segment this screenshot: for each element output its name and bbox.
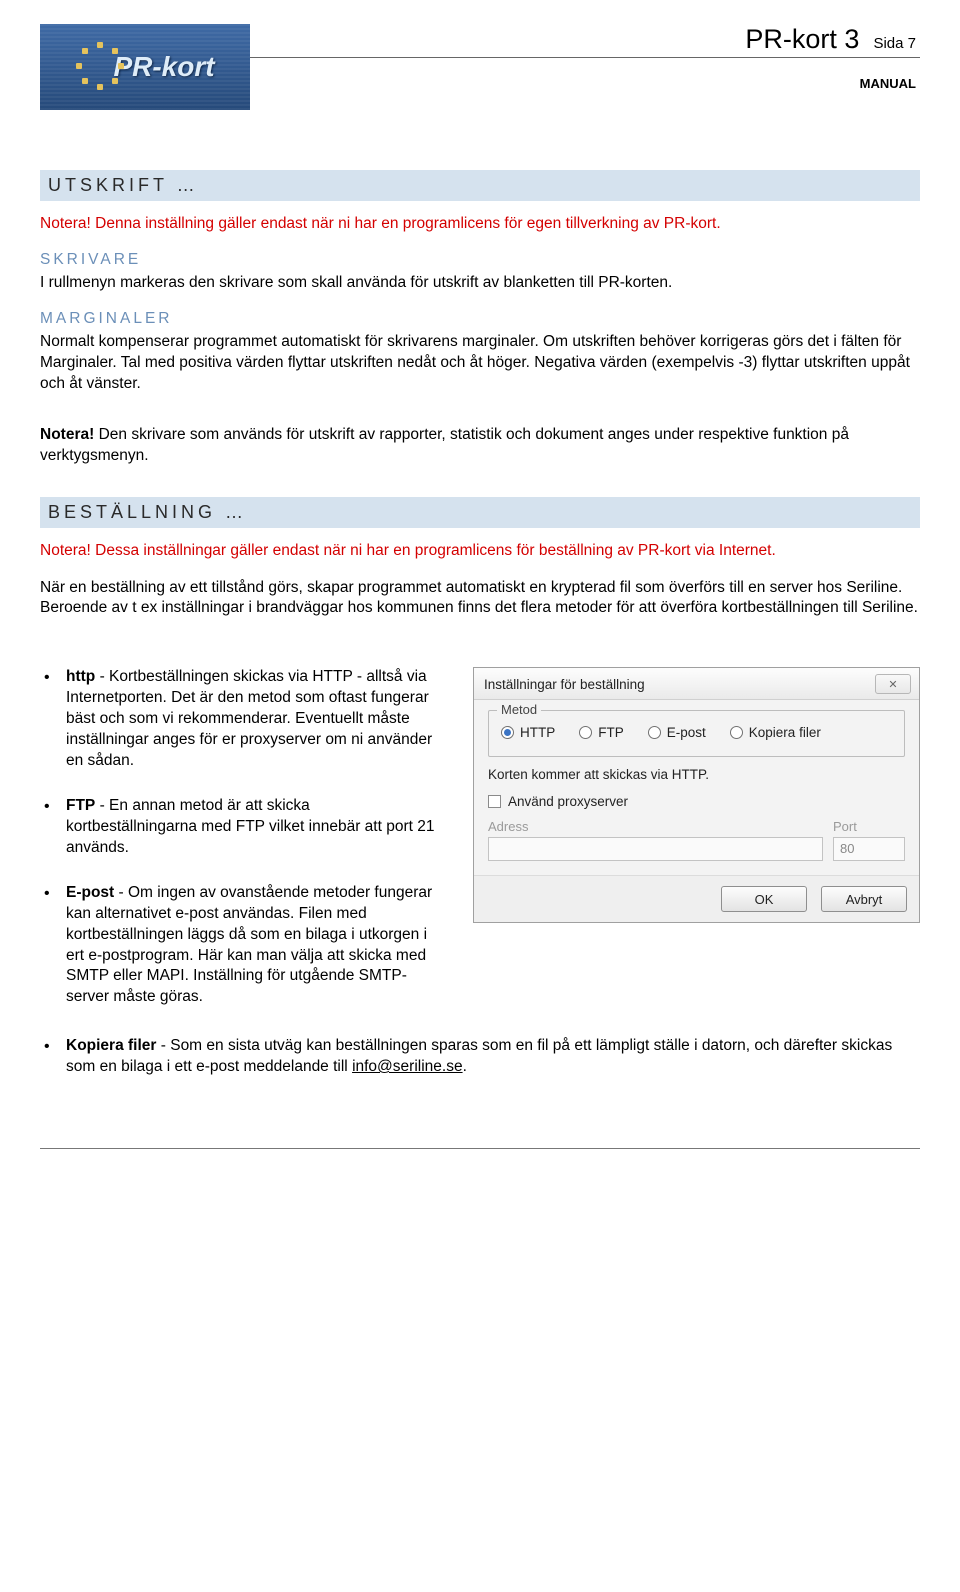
- address-input[interactable]: [488, 837, 823, 861]
- bestallning-intro: När en beställning av ett tillstånd görs…: [40, 578, 920, 620]
- radio-icon: [648, 726, 661, 739]
- list-item: http - Kortbeställningen skickas via HTT…: [40, 667, 445, 772]
- dialog-title: Inställningar för beställning: [484, 677, 645, 692]
- footer-rule: [40, 1148, 920, 1149]
- doc-title: PR-kort 3: [745, 24, 859, 55]
- settings-dialog: Inställningar för beställning ✕ Metod: [473, 667, 920, 923]
- subheading-marginaler: MARGINALER: [40, 310, 920, 328]
- skrivare-body: I rullmenyn markeras den skrivare som sk…: [40, 273, 920, 294]
- cancel-button[interactable]: Avbryt: [821, 886, 907, 912]
- info-text: Korten kommer att skickas via HTTP.: [488, 767, 905, 782]
- proxy-checkbox[interactable]: Använd proxyserver: [488, 794, 905, 809]
- checkbox-icon: [488, 795, 501, 808]
- manual-label: MANUAL: [250, 76, 920, 91]
- marginaler-body: Normalt kompenserar programmet automatis…: [40, 332, 920, 395]
- radio-http[interactable]: HTTP: [501, 725, 555, 740]
- list-item: FTP - En annan metod är att skicka kortb…: [40, 796, 445, 859]
- note-skrivare: Notera! Den skrivare som används för uts…: [40, 425, 920, 467]
- section-heading-utskrift: UTSKRIFT …: [40, 170, 920, 201]
- list-item: E-post - Om ingen av ovanstående metoder…: [40, 883, 445, 1009]
- note-utskrift: Notera! Denna inställning gäller endast …: [40, 215, 920, 233]
- logo-text: PR-kort: [113, 51, 214, 83]
- email-link[interactable]: info@seriline.se: [352, 1058, 463, 1075]
- port-label: Port: [833, 819, 905, 834]
- radio-icon: [501, 726, 514, 739]
- radio-epost[interactable]: E-post: [648, 725, 706, 740]
- address-label: Adress: [488, 819, 823, 834]
- section-heading-bestallning: BESTÄLLNING …: [40, 497, 920, 528]
- note-bestallning: Notera! Dessa inställningar gäller endas…: [40, 542, 920, 560]
- logo: PR-kort: [40, 24, 250, 110]
- page-number: Sida 7: [873, 35, 916, 52]
- list-item: Kopiera filer - Som en sista utväg kan b…: [40, 1036, 920, 1078]
- radio-icon: [579, 726, 592, 739]
- close-button[interactable]: ✕: [875, 674, 911, 694]
- radio-kopiera-filer[interactable]: Kopiera filer: [730, 725, 821, 740]
- radio-icon: [730, 726, 743, 739]
- radio-ftp[interactable]: FTP: [579, 725, 624, 740]
- subheading-skrivare: SKRIVARE: [40, 251, 920, 269]
- close-icon: ✕: [888, 678, 897, 691]
- ok-button[interactable]: OK: [721, 886, 807, 912]
- port-input[interactable]: 80: [833, 837, 905, 861]
- group-legend-metod: Metod: [497, 702, 541, 717]
